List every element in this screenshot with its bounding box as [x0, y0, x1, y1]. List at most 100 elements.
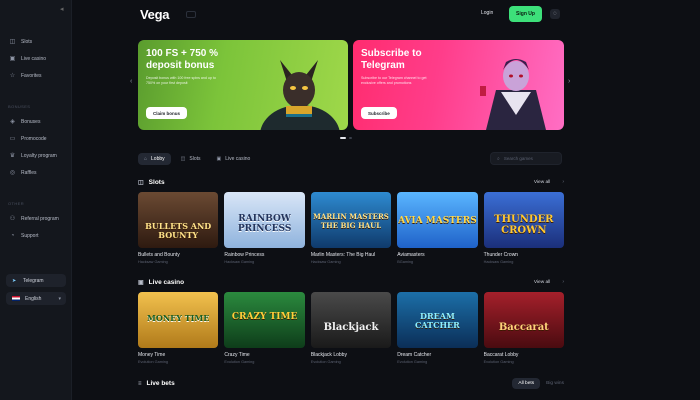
game-thumbnail[interactable]: CRAZY TIME [224, 292, 305, 348]
main-content: Vega Login Sign Up ◌ ‹ 100 FS + 750 % de… [72, 0, 700, 400]
game-name: Bullets and Bounty [138, 252, 180, 258]
chevron-right-icon[interactable]: › [562, 179, 564, 185]
sidebar-item-label: Raffles [21, 169, 37, 176]
cards-icon: ▣ [216, 156, 222, 162]
game-name: Baccarat Lobby [483, 352, 519, 358]
sidebar-item-label: Support [21, 232, 39, 239]
sidebar-bottom: ➤ Telegram English ▾ [6, 274, 66, 310]
live-casino-section: ▣ Live casino View all › MONEY TIME Money… [138, 277, 565, 364]
sidebar-item-label: Bonuses [21, 118, 41, 125]
game-card[interactable]: RAINBOW PRINCESS Rainbow Princess Hacksa… [224, 192, 305, 264]
sidebar-item-bonuses[interactable]: ◈ Bonuses [0, 113, 71, 130]
users-icon: ⚇ [9, 216, 16, 222]
tab-big-wins[interactable]: Big wins [546, 381, 564, 386]
sidebar-item-label: Live casino [21, 55, 47, 62]
game-card[interactable]: DREAM CATCHER Dream Catcher Evolution Ga… [397, 292, 478, 364]
game-name: Thunder Crown [483, 252, 519, 258]
top-bar: Vega Login Sign Up ◌ [72, 0, 700, 32]
login-button[interactable]: Login [481, 10, 493, 16]
sidebar-group-heading: Other [8, 201, 24, 206]
banner-title: Subscribe to Telegram [361, 48, 422, 71]
category-tabs: ⌂ Lobby ◫ Slots ▣ Live casino [138, 153, 256, 165]
slot-icon: ◫ [9, 39, 16, 45]
game-card[interactable]: Baccarat Baccarat Lobby Evolution Gaming [483, 292, 565, 364]
sidebar-item-raffles[interactable]: ◎ Raffles [0, 164, 71, 181]
search-input[interactable]: ⌕ Search games [490, 152, 562, 165]
game-provider: Hacksaw Gaming [483, 260, 514, 264]
game-card[interactable]: MARLIN MASTERS THE BIG HAUL Marlin Maste… [310, 192, 392, 264]
game-thumbnail[interactable]: RAINBOW PRINCESS [224, 192, 305, 248]
tab-slots[interactable]: ◫ Slots [175, 153, 207, 165]
search-placeholder: Search games [503, 156, 533, 161]
game-thumbnail[interactable]: Blackjack [310, 292, 392, 348]
chevron-down-icon: ▾ [58, 295, 61, 302]
game-thumbnail[interactable]: BULLETS AND BOUNTY [138, 192, 219, 248]
game-provider: Evolution Gaming [483, 360, 514, 364]
banner-title: 100 FS + 750 % deposit bonus [146, 48, 218, 71]
carousel-dot[interactable] [349, 137, 352, 139]
view-all-slots-link[interactable]: View all [534, 180, 550, 185]
sidebar-item-promocode[interactable]: ▭ Promocode [0, 130, 71, 147]
collapse-sidebar-icon[interactable]: ◂ [60, 6, 68, 14]
carousel-dot[interactable] [340, 137, 346, 139]
sidebar-item-support[interactable]: ◔ Support [0, 227, 71, 244]
game-provider: Hacksaw Gaming [138, 260, 168, 264]
language-selector[interactable]: English ▾ [6, 292, 66, 305]
telegram-button[interactable]: ➤ Telegram [6, 274, 66, 287]
view-all-live-casino-link[interactable]: View all [534, 280, 550, 285]
game-thumbnail[interactable]: MONEY TIME [138, 292, 219, 348]
tab-lobby[interactable]: ⌂ Lobby [138, 153, 171, 165]
tab-live-casino[interactable]: ▣ Live casino [211, 153, 257, 165]
game-card[interactable]: THUNDER CROWN Thunder Crown Hacksaw Gami… [483, 192, 565, 264]
signup-button[interactable]: Sign Up [509, 6, 542, 22]
sidebar-group-bonuses: Bonuses ◈ Bonuses ▭ Promocode ♛ Loyalty pro… [0, 104, 71, 181]
sidebar-group-other: Other ⚇ Referral program ◔ Support [0, 201, 71, 244]
game-card[interactable]: Blackjack Blackjack Lobby Evolution Gami… [310, 292, 392, 364]
banner-next-icon[interactable]: › [568, 78, 570, 85]
game-thumbnail[interactable]: AVIA MASTERS [397, 192, 478, 248]
support-icon: ◔ [10, 232, 15, 239]
slot-icon: ◫ [180, 156, 186, 162]
cards-icon: ▣ [138, 279, 144, 286]
logo[interactable]: Vega [140, 7, 169, 22]
banner-deposit-bonus[interactable]: 100 FS + 750 % deposit bonus Deposit bon… [138, 40, 348, 130]
menu-toggle-icon[interactable] [186, 11, 196, 18]
search-icon: ⌕ [497, 155, 500, 162]
trophy-icon: ◎ [9, 170, 16, 176]
game-card[interactable]: BULLETS AND BOUNTY Bullets and Bounty Ha… [138, 192, 219, 264]
cards-icon: ▣ [9, 56, 16, 62]
game-card[interactable]: AVIA MASTERS Aviamasters BGaming [397, 192, 478, 264]
section-title-text: Live bets [146, 379, 175, 387]
game-provider: Hacksaw Gaming [310, 260, 341, 264]
section-title-text: Live casino [148, 278, 185, 286]
sidebar-item-loyalty-program[interactable]: ♛ Loyalty program [0, 147, 71, 164]
claim-bonus-button[interactable]: Claim bonus [146, 107, 188, 119]
section-title: ▣ Live casino [138, 279, 184, 286]
banner-telegram[interactable]: Subscribe to Telegram Subscribe to our T… [353, 40, 564, 130]
game-card[interactable]: CRAZY TIME Crazy Time Evolution Gaming [224, 292, 305, 364]
carousel-dots [340, 137, 352, 139]
sidebar-item-favorites[interactable]: ☆ Favorites [0, 67, 71, 84]
game-card[interactable]: MONEY TIME Money Time Evolution Gaming [138, 292, 219, 364]
sidebar-group-heading: Bonuses [8, 104, 31, 109]
game-name: Marlin Masters: The Big Haul [310, 252, 376, 258]
game-name: Aviamasters [397, 252, 425, 258]
tab-all-bets[interactable]: All bets [512, 377, 541, 389]
slots-section: ◫ Slots View all › BULLETS AND BOUNTY Bul… [138, 177, 565, 264]
game-art-text: Blackjack [323, 322, 379, 333]
game-art-text: AVIA MASTERS [398, 216, 477, 226]
game-name: Blackjack Lobby [310, 352, 347, 358]
banner-text: Subscribe to our Telegram channel to get… [361, 76, 427, 85]
chevron-right-icon[interactable]: › [562, 279, 564, 285]
subscribe-button[interactable]: Subscribe [361, 107, 397, 119]
sidebar: ◂ ◫ Slots ▣ Live casino ☆ Favorites Bonuses… [0, 0, 72, 400]
sidebar-item-slots[interactable]: ◫ Slots [0, 33, 71, 50]
game-thumbnail[interactable]: THUNDER CROWN [483, 192, 565, 248]
banner-prev-icon[interactable]: ‹ [130, 78, 132, 85]
game-thumbnail[interactable]: DREAM CATCHER [397, 292, 478, 348]
game-thumbnail[interactable]: MARLIN MASTERS THE BIG HAUL [310, 192, 392, 248]
game-thumbnail[interactable]: Baccarat [483, 292, 565, 348]
sidebar-item-live-casino[interactable]: ▣ Live casino [0, 50, 71, 67]
sidebar-item-referral-program[interactable]: ⚇ Referral program [0, 210, 71, 227]
chat-icon[interactable]: ◌ [550, 9, 560, 19]
